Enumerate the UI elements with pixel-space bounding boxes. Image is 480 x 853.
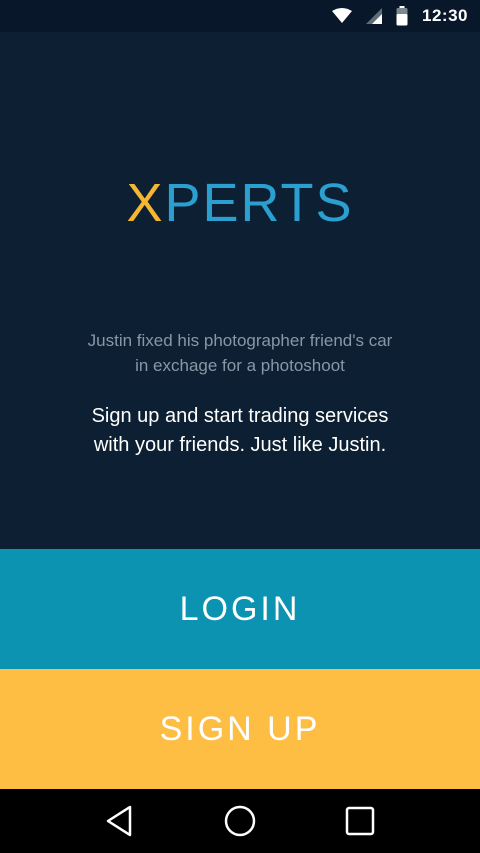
cell-signal-icon (366, 8, 383, 24)
cta-text: Sign up and start trading services with … (40, 402, 440, 460)
clock-time: 12:30 (422, 6, 468, 25)
navigation-bar (0, 789, 480, 853)
home-icon[interactable] (210, 791, 270, 851)
recents-icon[interactable] (330, 791, 390, 851)
story-text: Justin fixed his photographer friend's c… (40, 328, 440, 378)
story-line-1: Justin fixed his photographer friend's c… (87, 331, 393, 350)
wifi-icon (332, 8, 353, 24)
logo-rest: PERTS (164, 173, 354, 233)
app-logo: XPERTS (0, 168, 480, 238)
status-bar: 12:30 (0, 0, 480, 32)
story-line-2: in exchage for a photoshoot (135, 356, 345, 375)
logo-x: X (126, 173, 165, 233)
cta-line-1: Sign up and start trading services (91, 405, 389, 427)
cta-line-2: with your friends. Just like Justin. (93, 434, 387, 456)
login-screen: 12:30 XPERTS Justin fixed his photograph… (0, 0, 480, 853)
login-button[interactable]: LOGIN (0, 549, 480, 669)
battery-icon (396, 6, 408, 26)
signup-button[interactable]: SIGN UP (0, 669, 480, 789)
back-icon[interactable] (90, 791, 150, 851)
